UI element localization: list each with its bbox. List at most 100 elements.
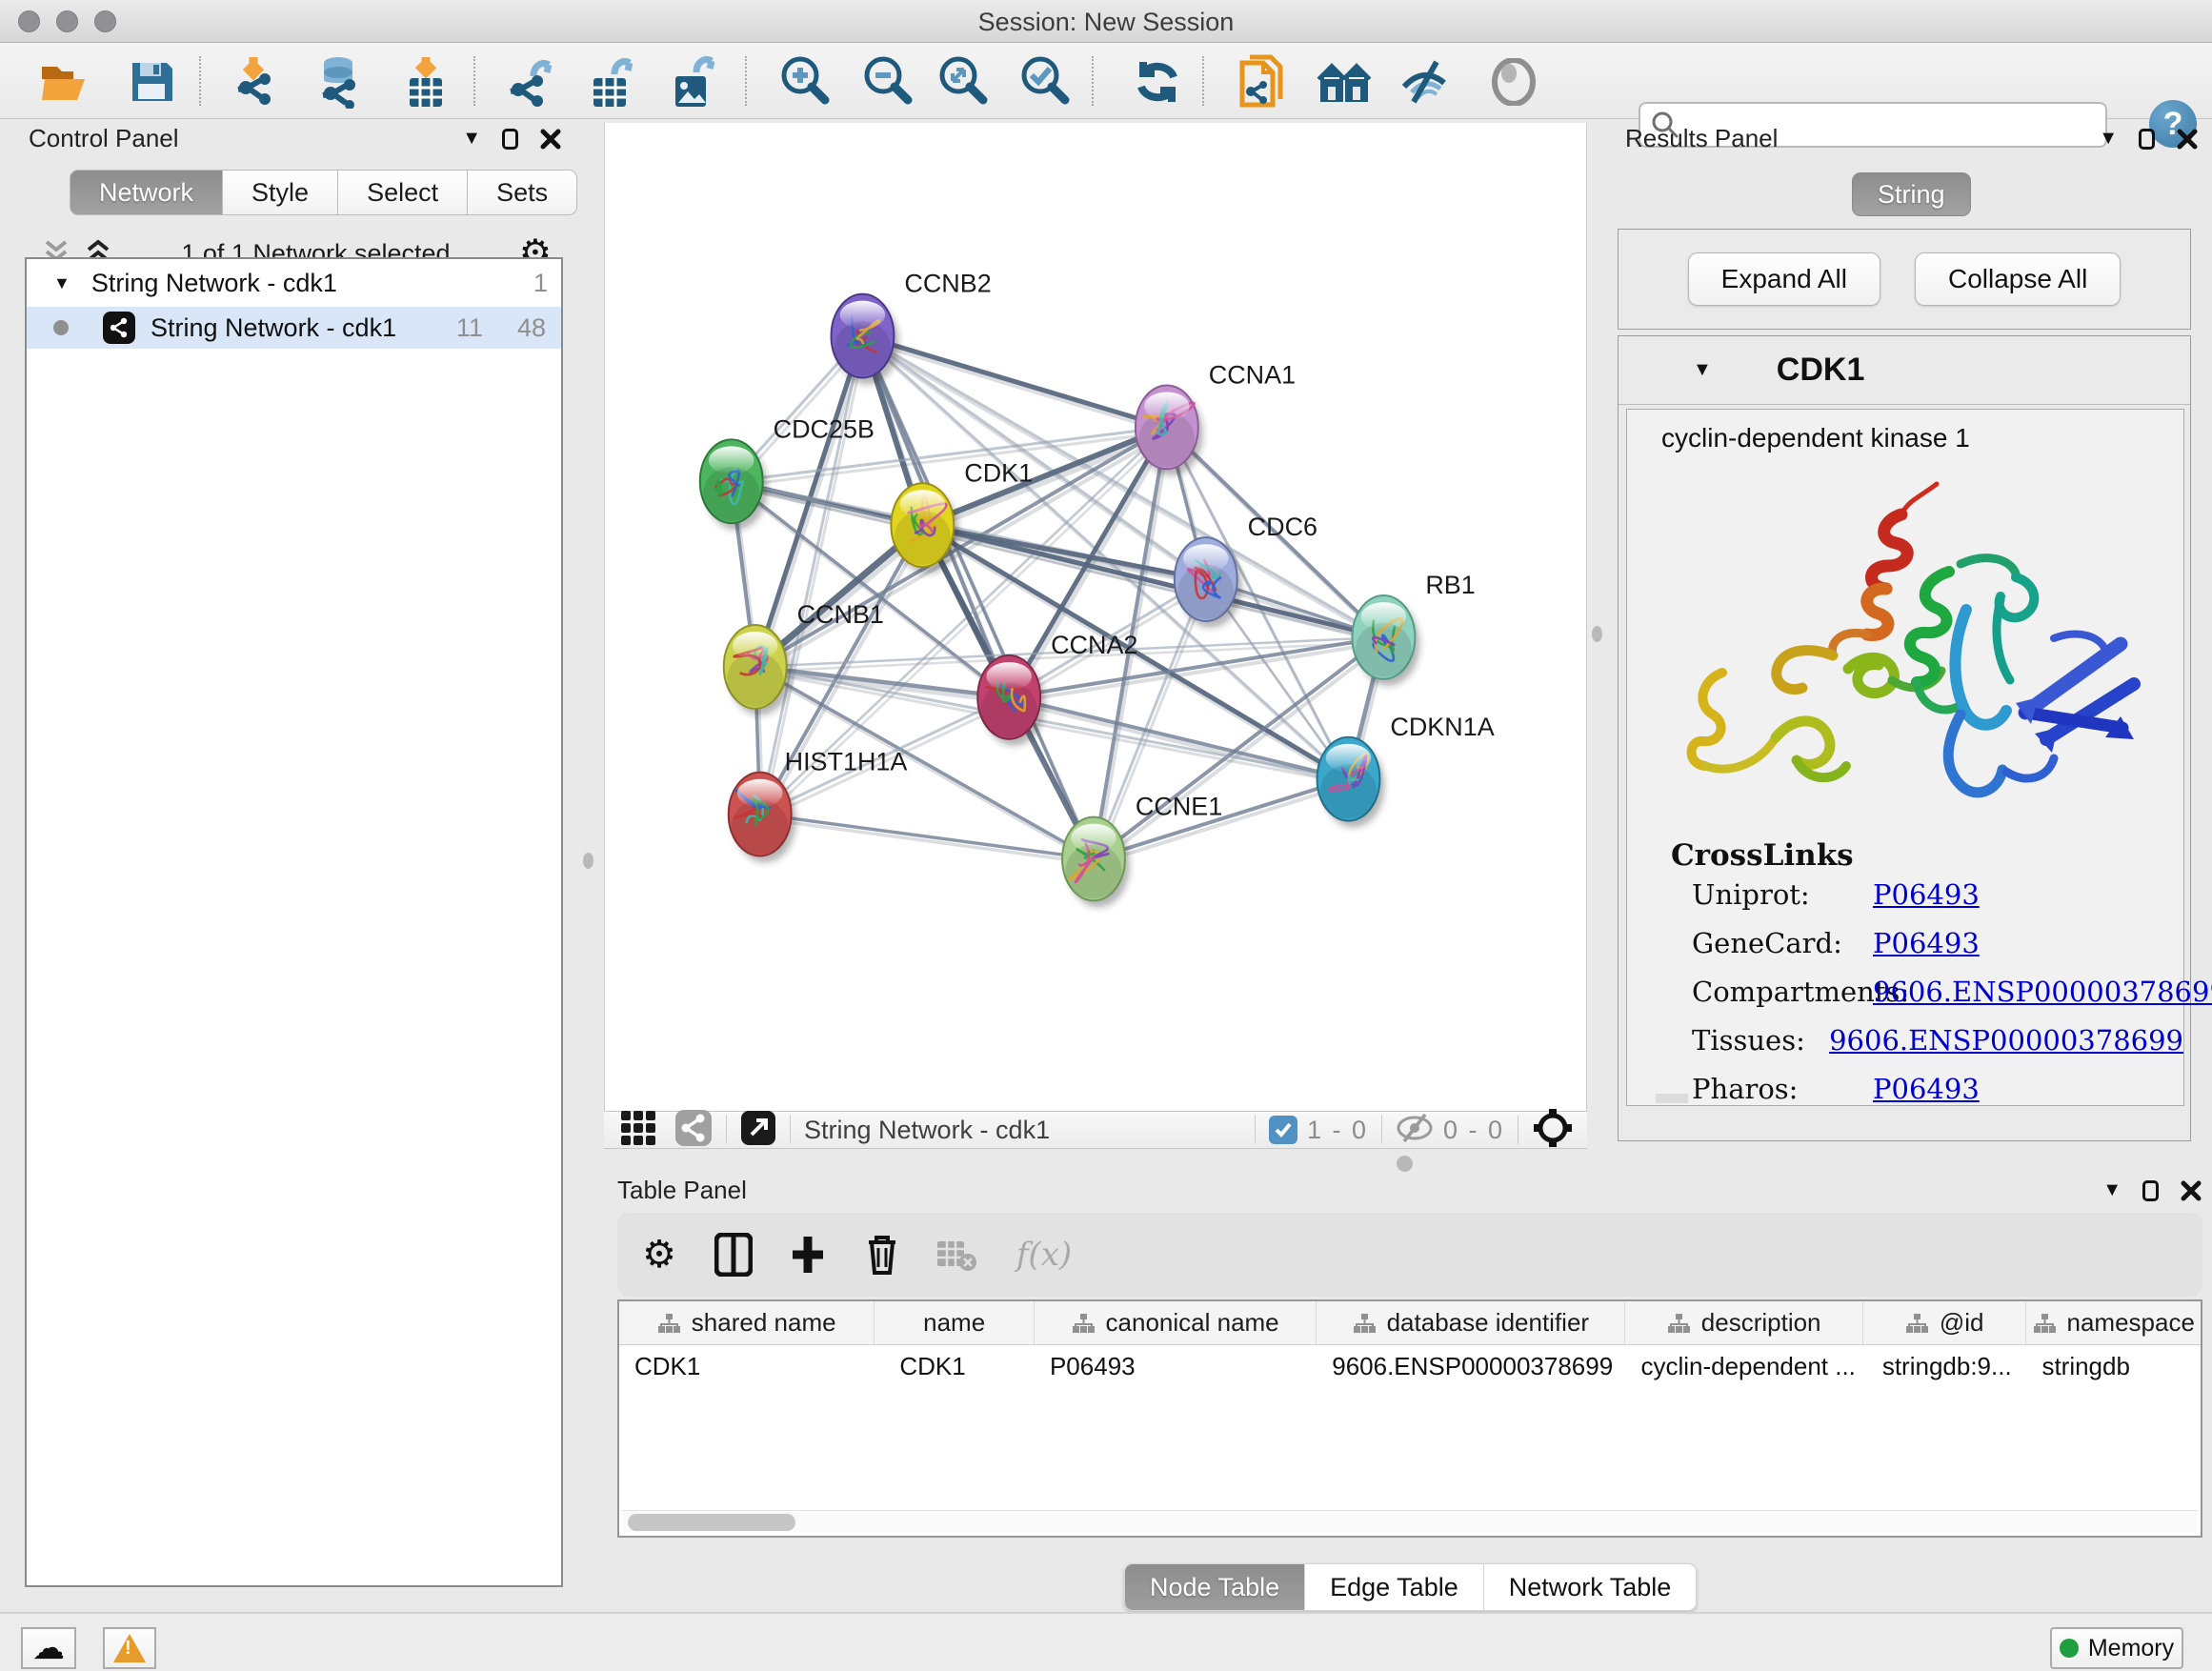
network-edge-CCNB2-RB1[interactable] xyxy=(862,336,1383,637)
zoom-out-icon[interactable] xyxy=(858,54,917,110)
tab-network-table[interactable]: Network Table xyxy=(1484,1563,1698,1611)
open-session-icon[interactable] xyxy=(36,54,95,110)
warnings-button[interactable] xyxy=(103,1627,156,1669)
network-edge-HIST1H1A-CCNE1[interactable] xyxy=(760,815,1094,859)
column-header-namespace[interactable]: namespace xyxy=(2026,1301,2201,1344)
network-graph[interactable]: CCNB2CCNA1CDC25BCDK1CDC6RB1CCNB1CCNA2CDK… xyxy=(605,123,1586,1111)
network-node-CCNB1[interactable] xyxy=(724,625,792,715)
column-header-shared-name[interactable]: shared name xyxy=(619,1301,875,1344)
crosslink-link[interactable]: P06493 xyxy=(1873,1073,1980,1105)
tab-string-results[interactable]: String xyxy=(1852,172,1971,216)
cell-description[interactable]: cyclin-dependent ... xyxy=(1625,1345,1862,1387)
memory-label: Memory xyxy=(2088,1635,2174,1662)
network-node-HIST1H1A[interactable] xyxy=(729,773,796,863)
cell-namespace[interactable]: stringdb xyxy=(2026,1345,2201,1387)
cell-canonical-name[interactable]: P06493 xyxy=(1035,1345,1317,1387)
crosslink-label: GeneCard: xyxy=(1692,927,1873,959)
network-canvas[interactable]: CCNB2CCNA1CDC25BCDK1CDC6RB1CCNB1CCNA2CDK… xyxy=(604,123,1587,1111)
crosslink-link[interactable]: P06493 xyxy=(1873,878,1980,911)
table-panel-menu-icon[interactable]: ▼ xyxy=(2102,1179,2122,1201)
node-label-CCNB1: CCNB1 xyxy=(797,600,884,629)
table-panel-close-icon[interactable] xyxy=(2180,1179,2202,1202)
save-session-icon[interactable] xyxy=(122,54,181,110)
tab-sets[interactable]: Sets xyxy=(468,170,577,215)
right-splitter-handle[interactable] xyxy=(1592,626,1602,642)
import-file-network-icon[interactable] xyxy=(1233,54,1292,110)
crosslink-link[interactable]: 9606.ENSP00000378699 xyxy=(1873,976,2212,1008)
tab-select[interactable]: Select xyxy=(338,170,468,215)
column-header-name[interactable]: name xyxy=(875,1301,1035,1344)
table-row[interactable]: CDK1 CDK1 P06493 9606.ENSP00000378699 cy… xyxy=(619,1345,2201,1387)
tab-node-table[interactable]: Node Table xyxy=(1124,1563,1305,1611)
crosslink-link[interactable]: 9606.ENSP00000378699 xyxy=(1829,1024,2183,1057)
collection-disclosure-icon[interactable]: ▼ xyxy=(53,273,70,293)
column-header-canonical-name[interactable]: canonical name xyxy=(1035,1301,1317,1344)
table-scrollbar-thumb[interactable] xyxy=(628,1514,795,1531)
import-database-icon[interactable] xyxy=(311,54,370,110)
export-image-icon[interactable] xyxy=(665,54,724,110)
import-network-icon[interactable] xyxy=(229,54,288,110)
cell-id[interactable]: stringdb:9... xyxy=(1863,1345,2027,1387)
control-panel-float-icon[interactable] xyxy=(502,129,518,150)
control-panel-close-icon[interactable] xyxy=(539,128,562,151)
network-node-CCNB2[interactable] xyxy=(832,294,899,385)
network-node-CDKN1A[interactable] xyxy=(1317,737,1385,828)
tab-network[interactable]: Network xyxy=(70,170,223,215)
column-header-database-identifier[interactable]: database identifier xyxy=(1317,1301,1625,1344)
results-panel-float-icon[interactable] xyxy=(2139,129,2155,150)
delete-table-icon[interactable] xyxy=(932,1227,981,1282)
column-header-id[interactable]: @id xyxy=(1863,1301,2027,1344)
always-show-graphics-icon[interactable] xyxy=(740,1110,776,1151)
network-row-selected[interactable]: String Network - cdk1 11 48 xyxy=(27,307,561,349)
results-scrollbar-thumb[interactable] xyxy=(1656,1094,1688,1103)
crosslink-row: GeneCard: P06493 xyxy=(1692,927,2183,959)
add-column-icon[interactable] xyxy=(783,1227,833,1282)
results-panel-close-icon[interactable] xyxy=(2176,128,2199,151)
left-splitter-handle[interactable] xyxy=(583,853,593,869)
table-options-gear-icon[interactable]: ⚙ xyxy=(634,1227,684,1282)
refresh-icon[interactable] xyxy=(1128,54,1187,110)
node-label-CCNA2: CCNA2 xyxy=(1051,631,1137,659)
network-node-RB1[interactable] xyxy=(1352,595,1419,686)
import-table-icon[interactable] xyxy=(396,54,455,110)
cell-shared-name[interactable]: CDK1 xyxy=(619,1345,875,1387)
node-gloss xyxy=(1144,392,1189,420)
show-columns-icon[interactable] xyxy=(709,1227,758,1282)
results-panel-menu-icon[interactable]: ▼ xyxy=(2099,128,2118,150)
network-collection-row[interactable]: ▼ String Network - cdk1 1 xyxy=(27,259,561,307)
tab-edge-table[interactable]: Edge Table xyxy=(1305,1563,1484,1611)
collapse-all-button[interactable]: Collapse All xyxy=(1915,252,2121,306)
control-panel-menu-icon[interactable]: ▼ xyxy=(462,128,481,150)
horizontal-splitter-handle[interactable] xyxy=(1397,1156,1413,1172)
export-network-icon[interactable] xyxy=(501,54,560,110)
zoom-in-icon[interactable] xyxy=(775,54,835,110)
show-all-icon[interactable] xyxy=(1484,54,1543,110)
network-style-icon[interactable] xyxy=(674,1109,713,1152)
memory-button[interactable]: Memory xyxy=(2050,1627,2183,1669)
function-builder-icon[interactable]: f(x) xyxy=(1006,1227,1082,1282)
crosslink-link[interactable]: P06493 xyxy=(1873,927,1980,959)
cloud-status-button[interactable]: ☁ xyxy=(21,1627,76,1669)
network-edge-CCNB2-CCNA1[interactable] xyxy=(862,336,1166,428)
expand-all-button[interactable]: Expand All xyxy=(1688,252,1880,306)
fit-selected-icon[interactable] xyxy=(1532,1107,1574,1154)
zoom-fit-icon[interactable] xyxy=(934,54,993,110)
hide-selected-icon[interactable] xyxy=(1397,54,1456,110)
network-edge-CCNB2-CCNE1[interactable] xyxy=(862,336,1094,859)
selected-checkbox-icon[interactable] xyxy=(1269,1116,1297,1144)
column-header-description[interactable]: description xyxy=(1625,1301,1862,1344)
table-horizontal-scrollbar[interactable] xyxy=(622,1510,2198,1533)
zoom-selected-icon[interactable] xyxy=(1016,54,1075,110)
delete-column-icon[interactable] xyxy=(857,1227,907,1282)
protein-disclosure-icon[interactable]: ▼ xyxy=(1693,359,1712,381)
cell-database-identifier[interactable]: 9606.ENSP00000378699 xyxy=(1317,1345,1625,1387)
toolbar-separator xyxy=(1092,56,1094,106)
network-node-CCNA2[interactable] xyxy=(977,655,1045,746)
export-table-icon[interactable] xyxy=(583,54,642,110)
table-panel-float-icon[interactable] xyxy=(2142,1180,2159,1201)
network-node-CCNE1[interactable] xyxy=(1062,817,1130,908)
tab-style[interactable]: Style xyxy=(223,170,338,215)
cell-name[interactable]: CDK1 xyxy=(875,1345,1035,1387)
home-icon[interactable] xyxy=(1316,54,1375,110)
birds-eye-view-icon[interactable] xyxy=(619,1109,657,1152)
